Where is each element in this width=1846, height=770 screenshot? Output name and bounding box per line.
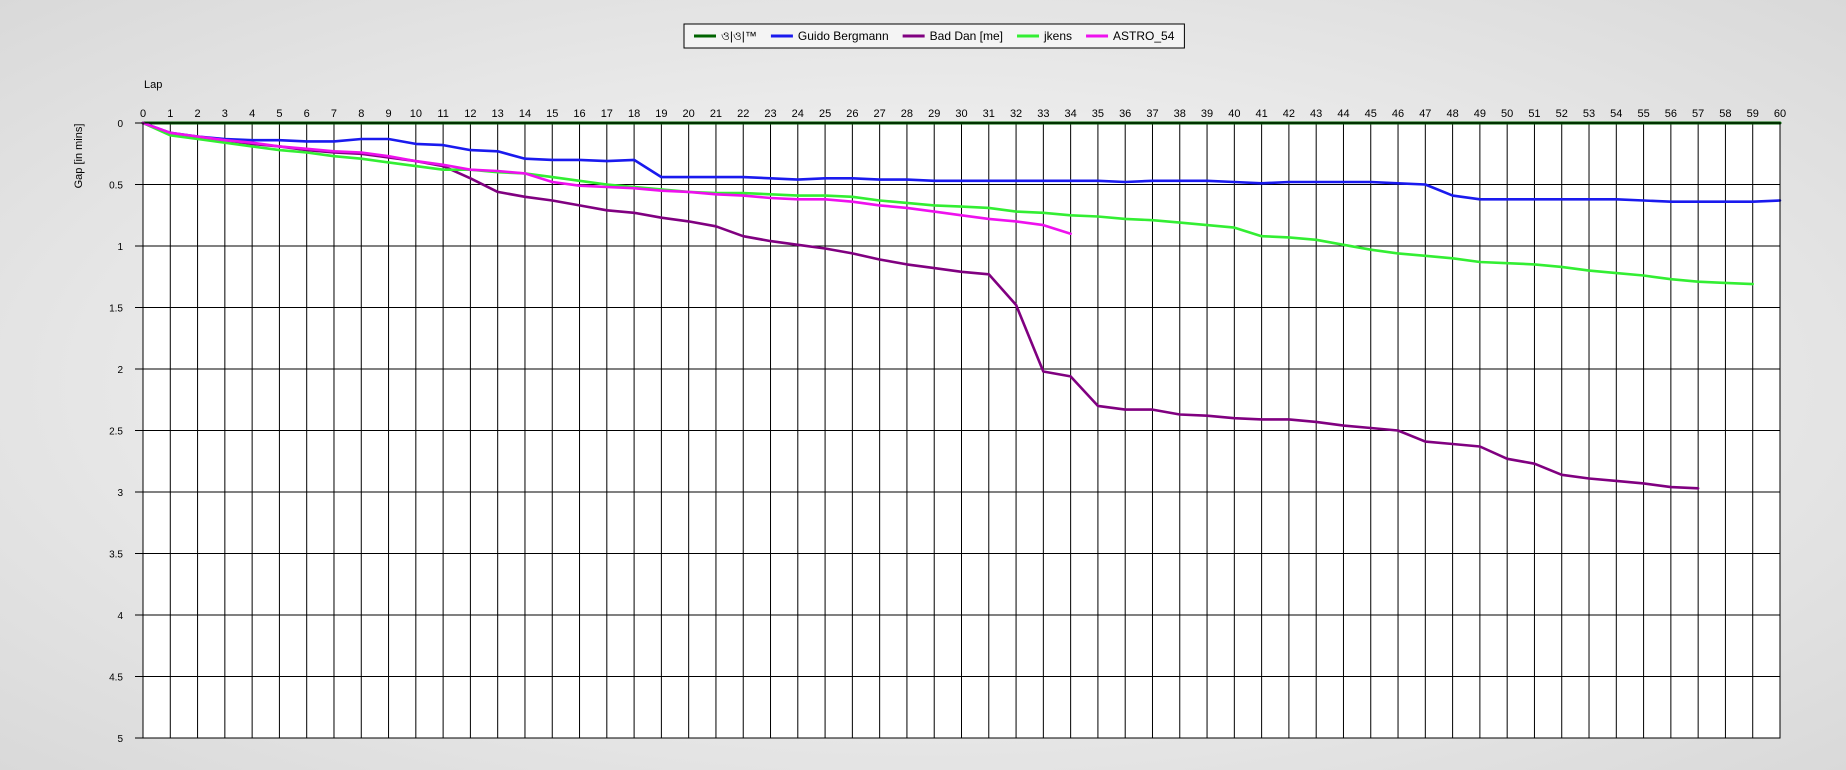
x-tick-label: 36 bbox=[1119, 108, 1131, 120]
x-tick-label: 22 bbox=[737, 108, 749, 120]
legend-item-label: Bad Dan [me] bbox=[930, 29, 1003, 43]
y-tick-label: 1 bbox=[117, 242, 123, 253]
x-tick-label: 47 bbox=[1419, 108, 1431, 120]
gap-chart: 0 1 2 3 4 5 6 7 8 9 10 11 12 13 14 15 16 17 18 19 20 21 22 23 24… bbox=[73, 23, 1786, 745]
y-tick-label: 4.5 bbox=[109, 673, 123, 684]
x-tick-label: 30 bbox=[955, 108, 967, 120]
x-tick-label: 5 bbox=[276, 108, 282, 120]
y-tick-label: 0 bbox=[117, 119, 123, 130]
x-tick-label: 31 bbox=[983, 108, 995, 120]
x-tick-label: 8 bbox=[358, 108, 364, 120]
x-tick-label: 39 bbox=[1201, 108, 1213, 120]
x-tick-label: 3 bbox=[222, 108, 228, 120]
y-tick-label: 0.5 bbox=[109, 181, 123, 192]
x-tick-label: 21 bbox=[710, 108, 722, 120]
x-tick-label: 43 bbox=[1310, 108, 1322, 120]
legend-item-label: ও|ও|™ bbox=[721, 29, 757, 43]
y-tick-label: 2.5 bbox=[109, 427, 123, 438]
y-axis-title: Gap [in mins] bbox=[73, 124, 85, 189]
x-tick-label: 34 bbox=[1065, 108, 1077, 120]
x-tick-label: 15 bbox=[546, 108, 558, 120]
legend: ও|ও|™ Guido Bergmann Bad Dan [me] jkens ASTR… bbox=[683, 23, 1185, 49]
x-tick-label: 38 bbox=[1174, 108, 1186, 120]
x-tick-label: 53 bbox=[1583, 108, 1595, 120]
x-tick-label: 41 bbox=[1255, 108, 1267, 120]
x-tick-label: 20 bbox=[683, 108, 695, 120]
x-tick-label: 51 bbox=[1528, 108, 1540, 120]
x-tick-label: 58 bbox=[1719, 108, 1731, 120]
x-tick-label: 2 bbox=[195, 108, 201, 120]
x-tick-label: 48 bbox=[1446, 108, 1458, 120]
x-tick-label: 42 bbox=[1283, 108, 1295, 120]
y-tick-label: 5 bbox=[117, 734, 123, 745]
x-tick-label: 9 bbox=[385, 108, 391, 120]
x-tick-label: 52 bbox=[1556, 108, 1568, 120]
x-tick-label: 54 bbox=[1610, 108, 1622, 120]
x-tick-label: 57 bbox=[1692, 108, 1704, 120]
x-tick-label: 6 bbox=[304, 108, 310, 120]
x-tick-label: 17 bbox=[601, 108, 613, 120]
x-tick-label: 11 bbox=[437, 108, 448, 120]
x-tick-label: 60 bbox=[1774, 108, 1786, 120]
legend-item-label: jkens bbox=[1043, 29, 1072, 43]
chart-root: 0 1 2 3 4 5 6 7 8 9 10 11 12 13 14 15 16 17 18 19 20 21 22 23 24… bbox=[0, 0, 1846, 770]
x-tick-label: 56 bbox=[1665, 108, 1677, 120]
x-tick-label: 10 bbox=[410, 108, 422, 120]
x-tick-label: 0 bbox=[140, 108, 146, 120]
x-tick-label: 35 bbox=[1092, 108, 1104, 120]
x-tick-label: 33 bbox=[1037, 108, 1049, 120]
x-tick-label: 29 bbox=[928, 108, 940, 120]
x-tick-label: 40 bbox=[1228, 108, 1240, 120]
y-tick-label: 2 bbox=[117, 365, 123, 376]
legend-item-label: ASTRO_54 bbox=[1113, 29, 1175, 43]
x-tick-label: 27 bbox=[874, 108, 886, 120]
x-tick-label: 46 bbox=[1392, 108, 1404, 120]
x-tick-label: 19 bbox=[655, 108, 667, 120]
y-tick-label: 4 bbox=[117, 611, 123, 622]
x-tick-label: 50 bbox=[1501, 108, 1513, 120]
x-tick-label: 12 bbox=[464, 108, 476, 120]
legend-item-label: Guido Bergmann bbox=[798, 29, 889, 43]
x-tick-label: 4 bbox=[249, 108, 255, 120]
y-tick-label: 1.5 bbox=[109, 304, 123, 315]
x-tick-label: 1 bbox=[167, 108, 173, 120]
x-tick-label: 13 bbox=[492, 108, 504, 120]
x-tick-label: 55 bbox=[1637, 108, 1649, 120]
x-tick-label: 18 bbox=[628, 108, 640, 120]
x-tick-label: 23 bbox=[764, 108, 776, 120]
x-tick-label: 25 bbox=[819, 108, 831, 120]
x-axis-title: Lap bbox=[144, 79, 162, 91]
x-tick-label: 44 bbox=[1337, 108, 1349, 120]
x-tick-label: 49 bbox=[1474, 108, 1486, 120]
y-tick-label: 3 bbox=[117, 488, 123, 499]
x-tick-label: 7 bbox=[331, 108, 337, 120]
x-tick-label: 26 bbox=[846, 108, 858, 120]
x-tick-label: 28 bbox=[901, 108, 913, 120]
x-tick-label: 59 bbox=[1747, 108, 1759, 120]
x-tick-label: 32 bbox=[1010, 108, 1022, 120]
x-tick-label: 16 bbox=[573, 108, 585, 120]
x-tick-label: 14 bbox=[519, 108, 531, 120]
x-tick-label: 37 bbox=[1146, 108, 1158, 120]
x-tick-label: 45 bbox=[1365, 108, 1377, 120]
y-tick-label: 3.5 bbox=[109, 550, 123, 561]
x-tick-label: 24 bbox=[792, 108, 804, 120]
